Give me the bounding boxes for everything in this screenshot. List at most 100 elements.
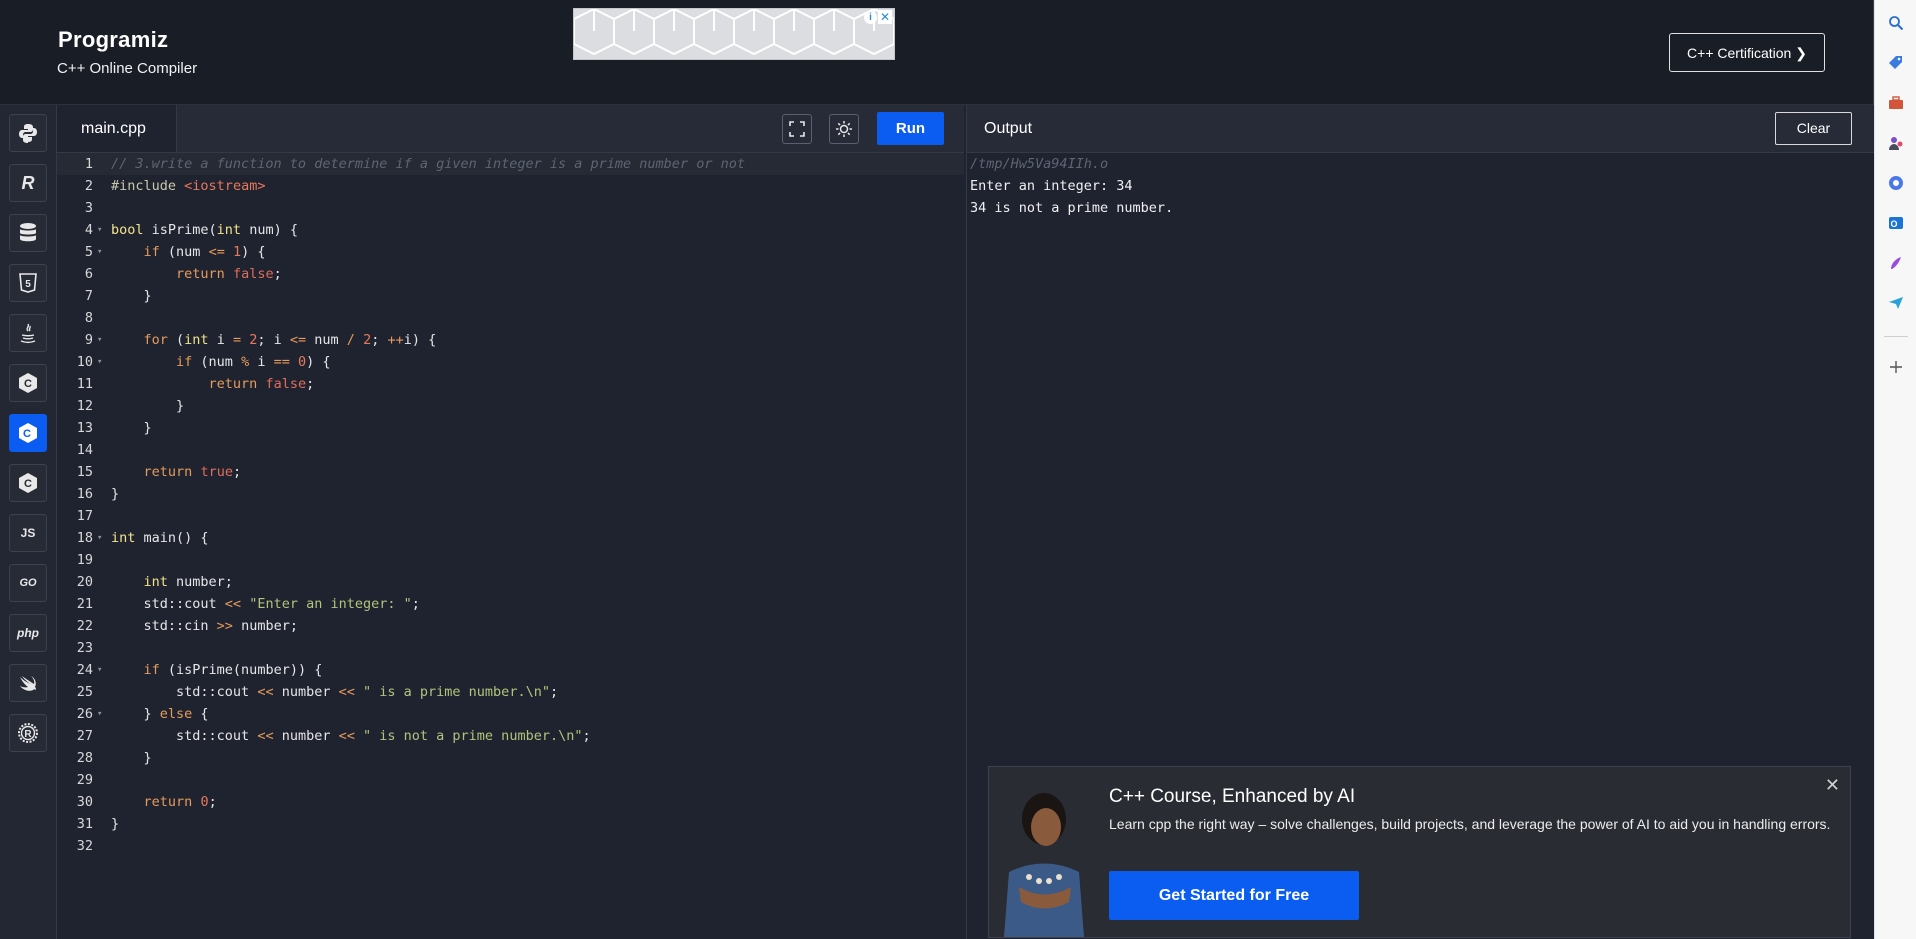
code-line[interactable]: 29 (57, 769, 964, 791)
code-line[interactable]: 2 #include <iostream> (57, 175, 964, 197)
cpp-certification-button[interactable]: C++ Certification ❯ (1669, 33, 1825, 72)
line-number: 2 (84, 178, 93, 194)
c-lang-button[interactable]: C (9, 364, 47, 402)
ad-banner[interactable]: i ✕ (573, 8, 895, 60)
fullscreen-button[interactable] (782, 114, 812, 144)
rust-lang-button[interactable]: R (9, 714, 47, 752)
svg-text:C: C (24, 378, 32, 390)
code-text: } (111, 750, 152, 766)
line-number: 14 (76, 442, 93, 458)
php-lang-button[interactable]: php (9, 614, 47, 652)
add-icon[interactable] (1887, 358, 1905, 376)
fold-toggle-icon[interactable]: ▾ (97, 241, 102, 263)
python-lang-button[interactable] (9, 114, 47, 152)
code-line[interactable]: 21 std::cout << "Enter an integer: "; (57, 593, 964, 615)
fold-toggle-icon[interactable]: ▾ (97, 219, 102, 241)
html5-icon: 5 (19, 273, 37, 293)
code-line[interactable]: 3 (57, 197, 964, 219)
go-lang-button[interactable]: GO (9, 564, 47, 602)
code-line[interactable]: 27 std::cout << number << " is not a pri… (57, 725, 964, 747)
js-lang-button[interactable]: JS (9, 514, 47, 552)
cpp-lang-button[interactable]: C (9, 414, 47, 452)
sql-lang-button[interactable] (9, 214, 47, 252)
fold-toggle-icon[interactable]: ▾ (97, 659, 102, 681)
code-line[interactable]: 8 (57, 307, 964, 329)
code-line[interactable]: 30 return 0; (57, 791, 964, 813)
code-line[interactable]: 20 int number; (57, 571, 964, 593)
code-text: } else { (111, 706, 209, 722)
designer-icon[interactable] (1887, 254, 1905, 272)
shopping-tag-icon[interactable] (1887, 54, 1905, 72)
search-icon[interactable] (1887, 14, 1905, 32)
clear-button[interactable]: Clear (1775, 112, 1852, 145)
outlook-icon[interactable]: O (1887, 214, 1905, 232)
games-icon[interactable] (1887, 134, 1905, 152)
code-text: return false; (208, 376, 315, 392)
code-line[interactable]: 26 ▾ } else { (57, 703, 964, 725)
copilot-icon[interactable] (1887, 174, 1905, 192)
code-line[interactable]: 1 // 3.write a function to determine if a… (57, 153, 964, 175)
rust-icon: R (18, 723, 38, 743)
svg-text:C: C (24, 478, 32, 490)
tab-main-cpp[interactable]: main.cpp (57, 105, 177, 152)
code-line[interactable]: 23 (57, 637, 964, 659)
code-line[interactable]: 22 std::cin >> number; (57, 615, 964, 637)
fold-toggle-icon[interactable]: ▾ (97, 703, 102, 725)
code-line[interactable]: 25 std::cout << number << " is a prime n… (57, 681, 964, 703)
code-line[interactable]: 11 return false; (57, 373, 964, 395)
code-text: #include <iostream> (111, 178, 266, 194)
code-text: int number; (143, 574, 233, 590)
code-text: return true; (143, 464, 242, 480)
send-icon[interactable] (1887, 294, 1905, 312)
code-line[interactable]: 5 ▾ if (num <= 1) { (57, 241, 964, 263)
code-text: } (111, 486, 120, 502)
ad-info-icon[interactable]: i (864, 11, 877, 24)
html-lang-button[interactable]: 5 (9, 264, 47, 302)
code-line[interactable]: 17 (57, 505, 964, 527)
code-line[interactable]: 19 (57, 549, 964, 571)
code-editor[interactable]: 1 // 3.write a function to determine if a… (57, 153, 964, 939)
line-number: 18 (76, 530, 93, 546)
theme-toggle-button[interactable] (829, 114, 859, 144)
course-close-icon[interactable]: ✕ (1825, 775, 1840, 796)
tools-briefcase-icon[interactable] (1887, 94, 1905, 112)
line-number: 31 (76, 816, 93, 832)
fold-toggle-icon[interactable]: ▾ (97, 351, 102, 373)
code-text: // 3.write a function to determine if a … (111, 156, 745, 172)
output-toolbar: Output Clear (966, 105, 1874, 153)
get-started-button[interactable]: Get Started for Free (1109, 871, 1359, 920)
fold-toggle-icon[interactable]: ▾ (97, 329, 102, 351)
programiz-logo[interactable]: Programiz (58, 27, 168, 53)
code-line[interactable]: 16} (57, 483, 964, 505)
cpp-icon: C (19, 423, 37, 443)
code-line[interactable]: 13 } (57, 417, 964, 439)
swift-lang-button[interactable] (9, 664, 47, 702)
line-number: 10 (76, 354, 93, 370)
code-text: std::cout << "Enter an integer: "; (111, 596, 420, 612)
code-line[interactable]: 15 return true; (57, 461, 964, 483)
code-line[interactable]: 6 return false; (57, 263, 964, 285)
fold-toggle-icon[interactable]: ▾ (97, 527, 102, 549)
code-line[interactable]: 24 ▾ if (isPrime(number)) { (57, 659, 964, 681)
code-line[interactable]: 32 (57, 835, 964, 857)
line-number: 28 (76, 750, 93, 766)
csharp-lang-button[interactable]: C (9, 464, 47, 502)
code-line[interactable]: 28 } (57, 747, 964, 769)
line-number: 30 (76, 794, 93, 810)
code-line[interactable]: 14 (57, 439, 964, 461)
ad-close-icon[interactable]: ✕ (878, 10, 892, 24)
line-number: 7 (84, 288, 93, 304)
code-line[interactable]: 10 ▾ if (num % i == 0) { (57, 351, 964, 373)
code-line[interactable]: 12 } (57, 395, 964, 417)
java-lang-button[interactable] (9, 314, 47, 352)
site-header: Programiz C++ Online Compiler i ✕ C++ Ce… (0, 0, 1873, 105)
code-line[interactable]: 18 ▾ int main() { (57, 527, 964, 549)
r-lang-button[interactable]: R (9, 164, 47, 202)
code-line[interactable]: 7 } (57, 285, 964, 307)
code-line[interactable]: 9 ▾ for (int i = 2; i <= num / 2; ++i) { (57, 329, 964, 351)
run-button[interactable]: Run (877, 112, 944, 145)
code-text: } (111, 398, 185, 414)
code-line[interactable]: 4 ▾ bool isPrime(int num) { (57, 219, 964, 241)
line-number: 5 (84, 244, 93, 260)
code-line[interactable]: 31} (57, 813, 964, 835)
